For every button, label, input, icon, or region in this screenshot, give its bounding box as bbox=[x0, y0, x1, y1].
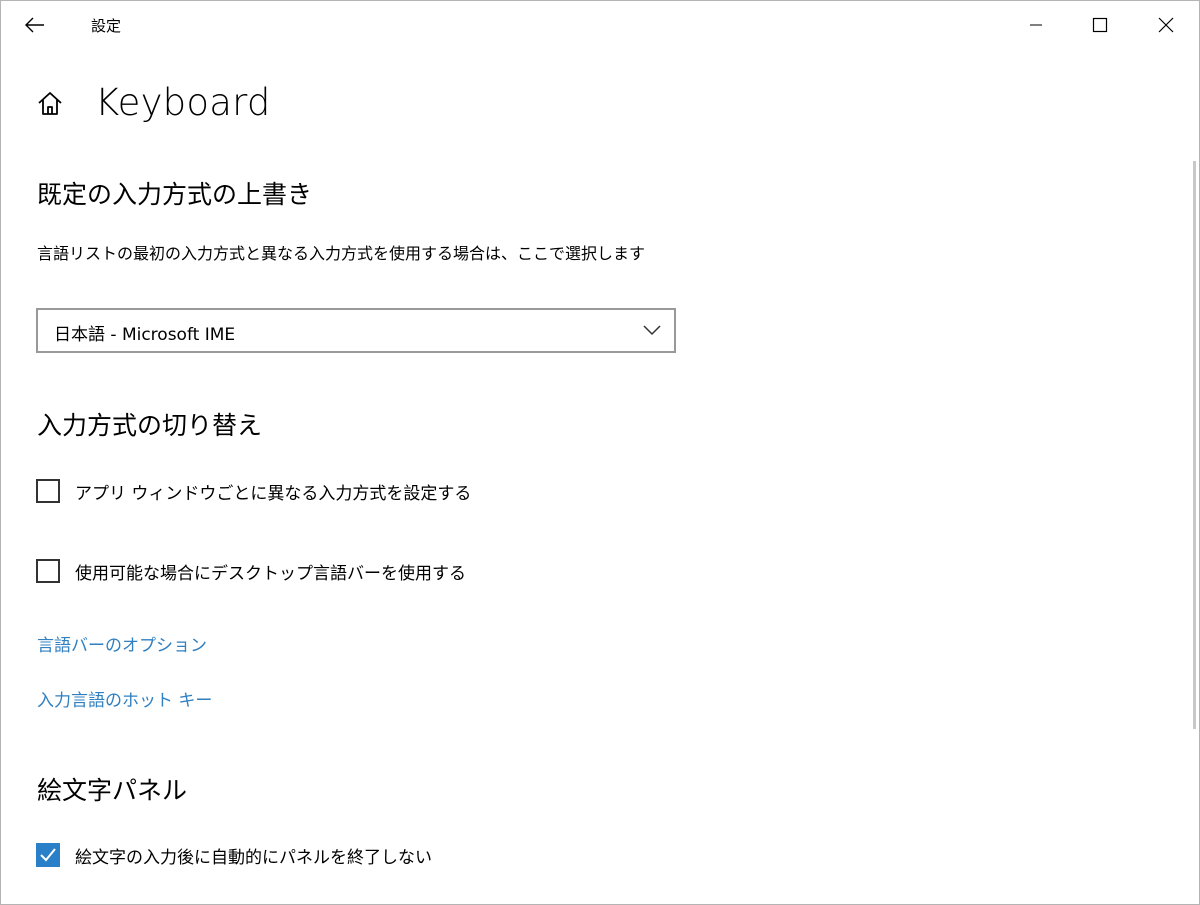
checkbox-row-desktop-bar[interactable]: 使用可能な場合にデスクトップ言語バーを使用する bbox=[36, 555, 466, 587]
title-bar: 設定 bbox=[1, 1, 1199, 49]
dropdown-selected-value: 日本語 - Microsoft IME bbox=[54, 325, 236, 345]
maximize-button[interactable] bbox=[1069, 1, 1131, 49]
close-icon bbox=[1158, 17, 1174, 33]
section-heading-switch: 入力方式の切り替え bbox=[37, 411, 263, 440]
checkbox-label-desktop-bar: 使用可能な場合にデスクトップ言語バーを使用する bbox=[75, 563, 466, 584]
vertical-scrollbar[interactable] bbox=[1193, 161, 1196, 729]
checkbox-label-per-app: アプリ ウィンドウごとに異なる入力方式を設定する bbox=[75, 483, 472, 504]
checkbox-emoji-keep-open[interactable] bbox=[36, 843, 60, 867]
minimize-button[interactable] bbox=[1005, 1, 1067, 49]
checkbox-label-emoji-keep-open: 絵文字の入力後に自動的にパネルを終了しない bbox=[75, 847, 432, 868]
checkbox-desktop-bar[interactable] bbox=[36, 559, 60, 583]
home-button[interactable] bbox=[35, 89, 67, 121]
section-heading-emoji: 絵文字パネル bbox=[37, 776, 188, 805]
close-button[interactable] bbox=[1135, 1, 1197, 49]
settings-window: 設定 Keyboard 既定の入力方式の上書き 言語リストの最初の入力方式と異な… bbox=[0, 0, 1200, 905]
link-input-language-hotkeys[interactable]: 入力言語のホット キー bbox=[37, 686, 212, 711]
maximize-icon bbox=[1092, 17, 1108, 33]
checkbox-row-emoji-keep-open[interactable]: 絵文字の入力後に自動的にパネルを終了しない bbox=[36, 839, 432, 871]
input-method-dropdown[interactable]: 日本語 - Microsoft IME bbox=[36, 308, 676, 353]
back-arrow-icon bbox=[25, 17, 44, 33]
home-icon bbox=[38, 92, 62, 115]
page-title: Keyboard bbox=[95, 81, 271, 124]
section-description: 言語リストの最初の入力方式と異なる入力方式を使用する場合は、ここで選択します bbox=[37, 244, 646, 263]
checkbox-per-app[interactable] bbox=[36, 479, 60, 503]
window-title: 設定 bbox=[91, 17, 122, 35]
checkmark-icon bbox=[40, 848, 56, 862]
chevron-down-icon bbox=[643, 325, 661, 336]
minimize-icon bbox=[1030, 24, 1042, 26]
link-language-bar-options[interactable]: 言語バーのオプション bbox=[37, 631, 207, 656]
checkbox-row-per-app[interactable]: アプリ ウィンドウごとに異なる入力方式を設定する bbox=[36, 475, 471, 507]
back-button[interactable] bbox=[13, 7, 57, 43]
section-heading-override: 既定の入力方式の上書き bbox=[37, 180, 313, 209]
